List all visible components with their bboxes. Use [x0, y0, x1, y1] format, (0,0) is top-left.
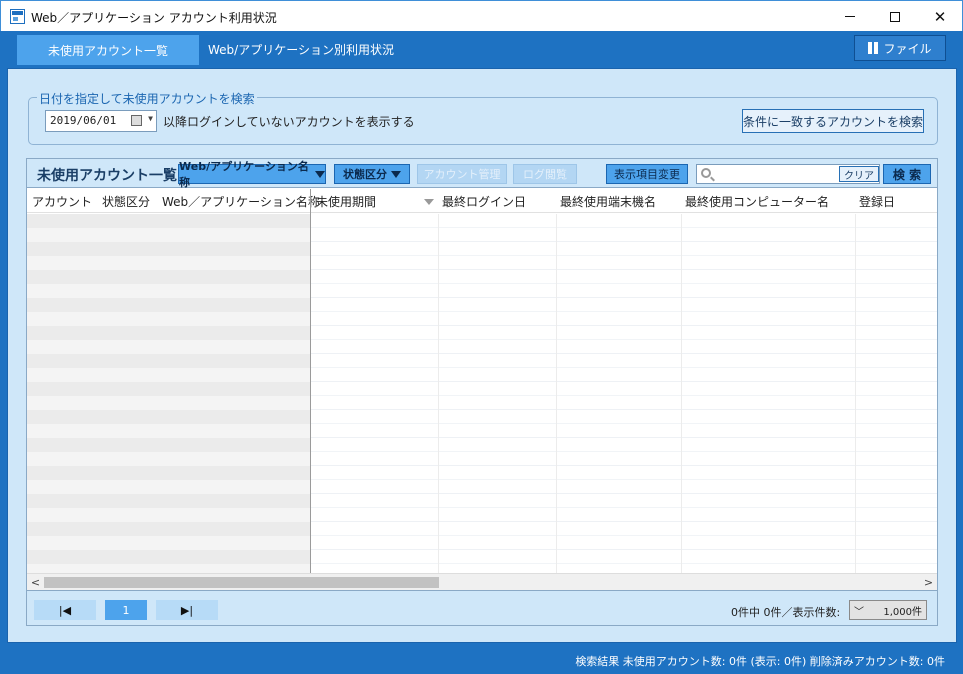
minimize-button[interactable]	[827, 1, 873, 32]
current-page-button[interactable]: 1	[105, 600, 147, 620]
column-header-unused-period[interactable]: 未使用期間	[316, 193, 376, 210]
calendar-icon[interactable]	[131, 115, 142, 126]
column-divider	[681, 214, 682, 573]
grid-body[interactable]	[27, 214, 937, 573]
column-header-status[interactable]: 状態区分	[102, 193, 150, 210]
list-title: 未使用アカウント一覧	[37, 168, 177, 184]
first-page-button[interactable]: |◀	[34, 600, 96, 620]
date-picker[interactable]: 2019/06/01 ▼	[45, 110, 157, 132]
title-bar: Web／アプリケーション アカウント利用状況 ✕	[0, 0, 963, 31]
column-header-last-login[interactable]: 最終ログイン日	[442, 193, 526, 210]
file-menu-label: ファイル	[883, 41, 932, 56]
filter-app-name-button[interactable]: Web/アプリケーション名称	[178, 160, 326, 189]
close-button[interactable]: ✕	[917, 1, 963, 32]
scroll-left-icon[interactable]: <	[27, 574, 44, 591]
caret-down-icon	[391, 170, 401, 178]
log-view-button[interactable]: ログ閲覧	[513, 164, 577, 184]
column-header-account[interactable]: アカウント	[32, 193, 92, 210]
frozen-columns-area	[27, 214, 310, 573]
date-description: 以降ログインしていないアカウントを表示する	[163, 115, 415, 129]
scroll-thumb[interactable]	[44, 577, 439, 588]
date-value: 2019/06/01	[50, 114, 117, 127]
pager: |◀ 1 ▶| 0件中 0件／表示件数: ﹀ 1,000件	[27, 590, 937, 625]
tab-usage-by-app[interactable]: Web/アプリケーション別利用状況	[208, 41, 394, 58]
minimize-icon	[845, 16, 855, 17]
tab-bar: 未使用アカウント一覧 Web/アプリケーション別利用状況 ファイル	[0, 31, 963, 66]
file-icon	[868, 42, 879, 54]
account-manage-button[interactable]: アカウント管理	[417, 164, 507, 184]
tab-unused-accounts[interactable]: 未使用アカウント一覧	[17, 35, 199, 65]
list-search-box[interactable]: クリア	[696, 164, 880, 184]
page-size-select[interactable]: ﹀ 1,000件	[849, 600, 927, 620]
column-header-app-name[interactable]: Web／アプリケーション名称	[162, 193, 320, 210]
search-matching-accounts-button[interactable]: 条件に一致するアカウントを検索	[742, 109, 924, 133]
filter-status-label: 状態区分	[343, 168, 387, 181]
column-header-registered-date[interactable]: 登録日	[859, 193, 895, 210]
maximize-button[interactable]	[872, 1, 918, 32]
search-button[interactable]: 検 索	[883, 164, 931, 184]
column-divider	[855, 214, 856, 573]
close-icon: ✕	[933, 7, 947, 26]
scroll-right-icon[interactable]: >	[920, 574, 937, 591]
window-title: Web／アプリケーション アカウント利用状況	[31, 11, 277, 25]
sort-desc-icon	[424, 199, 434, 205]
search-icon	[701, 168, 711, 178]
main-panel: 日付を指定して未使用アカウントを検索 2019/06/01 ▼ 以降ログインして…	[7, 68, 957, 643]
app-icon	[10, 9, 25, 24]
last-page-button[interactable]: ▶|	[156, 600, 218, 620]
page-info: 0件中 0件／表示件数:	[731, 606, 841, 619]
list-toolbar: 未使用アカウント一覧 Web/アプリケーション名称 状態区分 アカウント管理 ロ…	[27, 159, 937, 189]
change-columns-button[interactable]: 表示項目変更	[606, 164, 688, 184]
page-size-value: 1,000件	[883, 606, 922, 618]
frozen-column-separator	[310, 189, 311, 573]
status-bar: 検索結果 未使用アカウント数: 0件 (表示: 0件) 削除済みアカウント数: …	[0, 647, 963, 674]
account-list-panel: 未使用アカウント一覧 Web/アプリケーション名称 状態区分 アカウント管理 ロ…	[26, 158, 938, 626]
chevron-down-icon[interactable]: ▼	[148, 114, 153, 123]
filter-status-button[interactable]: 状態区分	[334, 164, 410, 184]
file-menu-button[interactable]: ファイル	[854, 35, 946, 61]
date-search-legend: 日付を指定して未使用アカウントを検索	[37, 90, 257, 107]
caret-down-icon	[315, 170, 325, 178]
maximize-icon	[890, 11, 900, 22]
column-header-last-terminal[interactable]: 最終使用端末機名	[560, 193, 656, 210]
column-header-last-computer[interactable]: 最終使用コンピューター名	[685, 193, 829, 210]
horizontal-scrollbar[interactable]: < >	[27, 573, 937, 590]
grid-header: アカウント 状態区分 Web／アプリケーション名称 未使用期間 最終ログイン日 …	[27, 189, 937, 213]
date-search-group: 日付を指定して未使用アカウントを検索 2019/06/01 ▼ 以降ログインして…	[28, 90, 938, 145]
column-divider	[438, 214, 439, 573]
status-text: 検索結果 未使用アカウント数: 0件 (表示: 0件) 削除済みアカウント数: …	[575, 655, 945, 668]
filter-app-name-label: Web/アプリケーション名称	[179, 160, 309, 189]
column-divider	[556, 214, 557, 573]
chevron-down-icon: ﹀	[854, 606, 864, 618]
clear-button[interactable]: クリア	[839, 166, 879, 182]
